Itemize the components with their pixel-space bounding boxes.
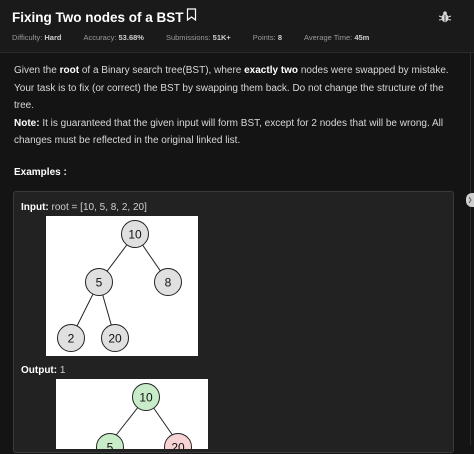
- note-text: It is guaranteed that the given input wi…: [14, 117, 444, 147]
- tree-node: 20: [101, 324, 129, 352]
- svg-text:10: 10: [128, 228, 142, 242]
- problem-header: Fixing Two nodes of a BST Difficulty: Ha…: [0, 0, 474, 53]
- meta-difficulty: Difficulty: Hard: [12, 33, 62, 42]
- tree-node: 8: [154, 268, 182, 296]
- tree-node: 10: [121, 220, 149, 248]
- example-output: Output: 1: [21, 365, 66, 376]
- bug-icon[interactable]: [438, 10, 452, 29]
- tree-node: 10: [132, 383, 160, 411]
- meta-average-time: Average Time: 45m: [304, 33, 370, 42]
- bookmark-icon[interactable]: [186, 8, 197, 26]
- problem-meta: Difficulty: Hard Accuracy: 53.68% Submis…: [12, 33, 391, 42]
- panel-resize-handle[interactable]: [466, 193, 474, 207]
- input-tree-diagram: 10 5 8 2 20: [46, 216, 198, 356]
- svg-text:2: 2: [68, 332, 75, 346]
- example-input: Input: root = [10, 5, 8, 2, 20]: [21, 202, 147, 213]
- svg-text:10: 10: [139, 391, 153, 405]
- svg-text:8: 8: [165, 276, 172, 290]
- tree-node: 2: [57, 324, 85, 352]
- output-tree-diagram: 10 5 20: [56, 379, 208, 454]
- tree-node: 5: [85, 268, 113, 296]
- svg-text:5: 5: [96, 276, 103, 290]
- title-row: Fixing Two nodes of a BST: [12, 8, 197, 26]
- problem-description: Given the root of a Binary search tree(B…: [14, 65, 449, 147]
- tree-node: 5: [96, 433, 124, 454]
- tree-node: 20: [164, 433, 192, 454]
- meta-submissions: Submissions: 51K+: [165, 33, 231, 42]
- note-label: Note:: [14, 117, 40, 129]
- meta-points: Points: 8: [252, 33, 282, 42]
- svg-text:20: 20: [108, 332, 122, 346]
- examples-heading: Examples :: [14, 167, 67, 178]
- problem-title: Fixing Two nodes of a BST: [12, 9, 184, 25]
- panel-divider: [470, 52, 471, 445]
- meta-accuracy: Accuracy: 53.68%: [83, 33, 144, 42]
- example-box: Input: root = [10, 5, 8, 2, 20] 10 5 8 2: [13, 191, 454, 454]
